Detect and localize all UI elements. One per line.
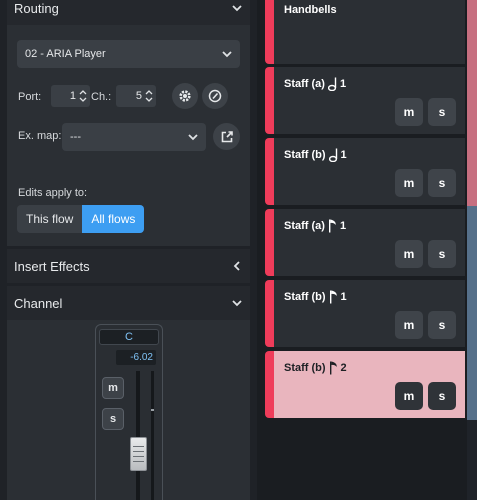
open-expression-map-button[interactable] [213, 123, 240, 150]
gain-display[interactable]: -6.02 [116, 350, 156, 365]
routing-section-header[interactable]: Routing [7, 0, 250, 25]
all-flows-option[interactable]: All flows [82, 205, 145, 233]
track-strip-upper [467, 0, 477, 206]
chevron-down-icon [232, 5, 242, 12]
left-panel: Routing 02 - ARIA Player Port: 1 Ch.: 5 [0, 0, 257, 500]
expression-map-select[interactable]: --- [62, 123, 206, 151]
edits-scope-toggle: This flow All flows [17, 205, 145, 233]
port-label: Port: [18, 91, 42, 103]
track-name: Staff (a) 1 [284, 219, 347, 233]
track-name: Staff (b) 1 [284, 148, 347, 162]
track-mute-button[interactable]: m [395, 169, 423, 197]
track-solo-button[interactable]: s [428, 240, 456, 268]
track-mute-button[interactable]: m [395, 98, 423, 126]
track-solo-button[interactable]: s [428, 98, 456, 126]
track-list: Handbells Staff (a) 1 m s Staff (b) 1 m … [257, 0, 477, 500]
chevron-down-icon [222, 51, 232, 58]
track-mute-button[interactable]: m [395, 382, 423, 410]
track-name: Staff (b) 1 [284, 290, 347, 304]
port-value: 1 [69, 90, 76, 102]
track-strip-end [467, 420, 477, 500]
routing-section-body: 02 - ARIA Player Port: 1 Ch.: 5 Ex. map:… [7, 25, 250, 246]
track-solo-button[interactable]: s [428, 169, 456, 197]
channel-label: Ch.: [91, 91, 112, 103]
track-solo-button[interactable]: s [428, 382, 456, 410]
gear-icon [179, 90, 191, 102]
track-header-selected[interactable]: Staff (b) 2 m s [265, 351, 465, 418]
routing-title: Routing [14, 0, 59, 16]
expression-map-label: Ex. map: [18, 130, 62, 142]
device-select[interactable]: 02 - ARIA Player [17, 40, 240, 68]
track-name: Staff (b) 2 [284, 361, 347, 375]
chevron-down-icon [232, 300, 242, 307]
channel-stepper[interactable]: 5 [116, 85, 156, 107]
track-name: Handbells [284, 4, 337, 16]
channel-solo-button[interactable]: s [102, 408, 124, 430]
insert-effects-section-header[interactable]: Insert Effects [7, 249, 250, 283]
chevron-left-icon [233, 261, 240, 271]
track-header[interactable]: Handbells [265, 0, 465, 64]
insert-effects-title: Insert Effects [14, 258, 90, 274]
track-strip-lower [467, 206, 477, 420]
track-header[interactable]: Staff (a) 1 m s [265, 209, 465, 276]
fader-handle[interactable] [130, 437, 147, 471]
edit-circle-icon [208, 89, 222, 103]
channel-section-header[interactable]: Channel [7, 286, 250, 320]
channel-value: 5 [135, 90, 142, 102]
expression-map-value: --- [70, 131, 81, 143]
stepper-arrows-icon[interactable] [144, 86, 154, 106]
edits-apply-label: Edits apply to: [18, 187, 88, 199]
flag-note-icon [328, 219, 336, 233]
track-mute-button[interactable]: m [395, 240, 423, 268]
track-header[interactable]: Staff (a) 1 m s [265, 67, 465, 134]
unity-mark [151, 409, 154, 411]
track-mute-button[interactable]: m [395, 311, 423, 339]
half-note-icon [327, 77, 337, 91]
pan-display[interactable]: C [99, 329, 159, 345]
external-link-icon [221, 130, 233, 142]
flag-note-icon [329, 361, 337, 375]
meter-track [151, 371, 154, 500]
edit-device-button[interactable] [202, 83, 228, 109]
device-select-value: 02 - ARIA Player [25, 48, 106, 60]
this-flow-option[interactable]: This flow [17, 205, 83, 233]
fader-track [136, 371, 140, 500]
channel-title: Channel [14, 295, 63, 311]
track-header[interactable]: Staff (b) 1 m s [265, 280, 465, 347]
flag-note-icon [329, 290, 337, 304]
channel-strip: C -6.02 m s [95, 324, 163, 500]
port-stepper[interactable]: 1 [51, 85, 90, 107]
device-settings-button[interactable] [172, 83, 198, 109]
track-header[interactable]: Staff (b) 1 m s [265, 138, 465, 205]
channel-mute-button[interactable]: m [102, 377, 124, 399]
chevron-down-icon [188, 134, 198, 141]
track-solo-button[interactable]: s [428, 311, 456, 339]
half-note-icon [328, 148, 337, 162]
stepper-arrows-icon[interactable] [78, 86, 88, 106]
track-name: Staff (a) 1 [284, 77, 347, 91]
